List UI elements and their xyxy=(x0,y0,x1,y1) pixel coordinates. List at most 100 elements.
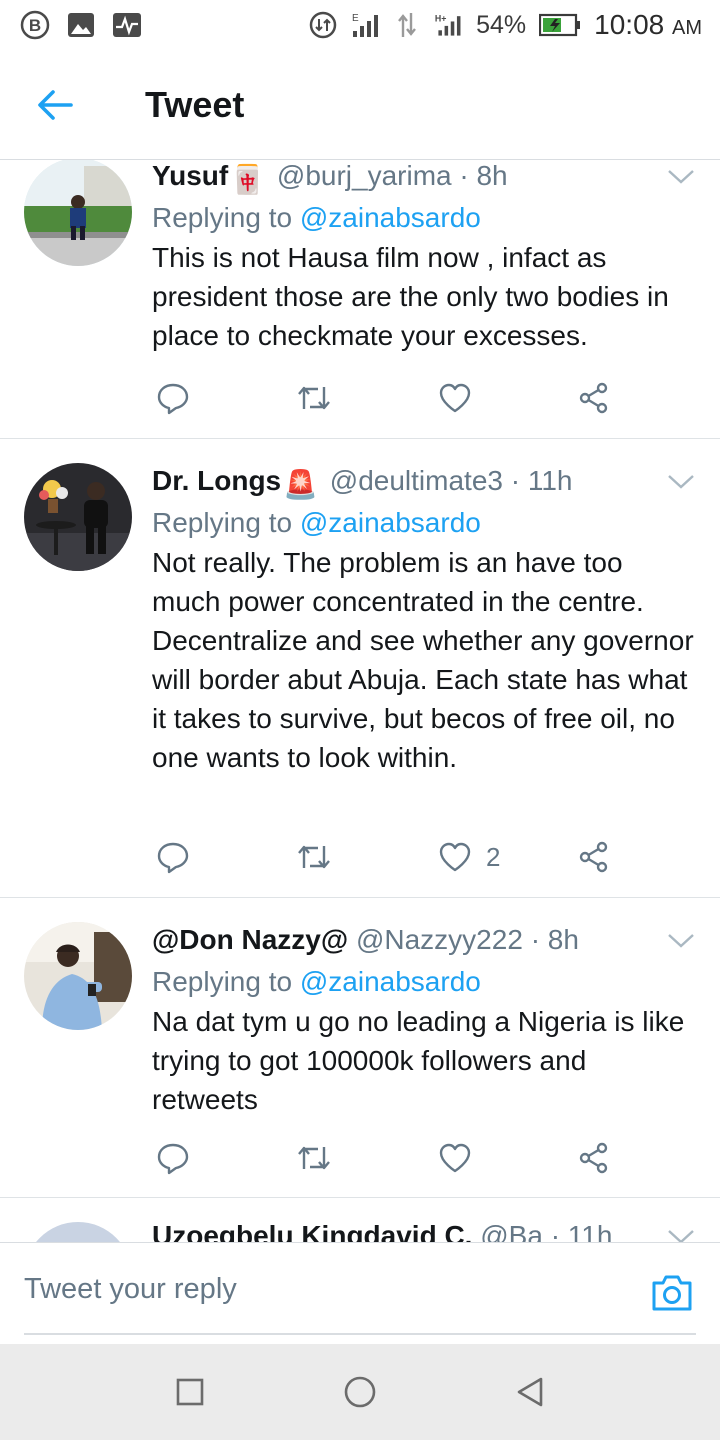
home-circle-icon xyxy=(344,1376,376,1408)
tweet-item[interactable]: Yusuf🀄 @burj_yarima · 8h Replying to @za… xyxy=(0,160,720,439)
battery-percent: 54% xyxy=(476,10,527,39)
author-name[interactable]: Yusuf xyxy=(152,160,228,191)
tweet-item[interactable]: @Don Nazzy@ @Nazzyy222 · 8h Replying to … xyxy=(0,898,720,1198)
battery-icon xyxy=(538,10,582,40)
home-button[interactable] xyxy=(340,1372,380,1412)
app-header: Tweet xyxy=(0,50,720,160)
mention-link[interactable]: @zainabsardo xyxy=(300,202,481,233)
tweet-header: Dr. Longs🚨 @deultimate3 · 11h xyxy=(152,463,696,500)
tweet-header: Uzoegbelu Kingdavid C. @Ba · 11h xyxy=(152,1218,696,1242)
retweet-icon xyxy=(298,1146,330,1170)
share-icon xyxy=(579,841,608,873)
tweet-item[interactable]: Uzoegbelu Kingdavid C. @Ba · 11h xyxy=(0,1198,720,1242)
reply-input[interactable]: Tweet your reply xyxy=(24,1273,237,1306)
like-button[interactable] xyxy=(438,378,486,418)
recents-square-icon xyxy=(176,1378,204,1406)
tweet-actions: 2 xyxy=(152,837,632,877)
like-count: 2 xyxy=(486,841,501,872)
tweet-text: Not really. The problem is an have too m… xyxy=(152,547,694,773)
replying-to: Replying to @zainabsardo xyxy=(152,966,481,997)
svg-text:E: E xyxy=(352,13,359,24)
author-name[interactable]: @Don Nazzy@ xyxy=(152,924,348,955)
reply-composer: Tweet your reply xyxy=(0,1242,720,1344)
tweet-body: Dr. Longs🚨 @deultimate3 · 11h Replying t… xyxy=(152,463,696,777)
tweet-time: · 11h xyxy=(550,1220,613,1242)
share-button[interactable] xyxy=(578,837,610,877)
input-underline xyxy=(24,1333,696,1335)
tweet-actions xyxy=(152,1138,632,1178)
back-arrow-icon xyxy=(38,89,73,120)
svg-text:H+: H+ xyxy=(435,13,447,23)
chevron-down-icon[interactable] xyxy=(666,930,696,950)
share-button[interactable] xyxy=(578,378,610,418)
mention-link[interactable]: @zainabsardo xyxy=(300,966,481,997)
page-title: Tweet xyxy=(145,83,245,125)
author-handle[interactable]: @Nazzyy222 xyxy=(356,924,523,955)
tweet-header: Yusuf🀄 @burj_yarima · 8h xyxy=(152,160,696,195)
system-nav-bar xyxy=(0,1344,720,1440)
chevron-down-icon[interactable] xyxy=(666,166,696,186)
retweet-button[interactable] xyxy=(296,378,332,418)
replying-to: Replying to @zainabsardo xyxy=(152,202,481,233)
retweet-button[interactable] xyxy=(296,1138,332,1178)
svg-text:B: B xyxy=(29,16,41,35)
tweet-text: This is not Hausa film now , infact as p… xyxy=(152,242,669,351)
reply-icon xyxy=(157,383,189,415)
signal-icon-2: H+ xyxy=(434,10,464,40)
reply-icon xyxy=(157,1143,189,1175)
back-button[interactable] xyxy=(0,50,110,160)
author-handle[interactable]: @Ba xyxy=(480,1220,543,1242)
chevron-down-icon[interactable] xyxy=(666,471,696,491)
chevron-down-icon[interactable] xyxy=(666,1226,696,1242)
tweet-time: · 8h xyxy=(530,924,579,955)
tweet-time: · 11h xyxy=(510,465,573,496)
system-back-button[interactable] xyxy=(510,1372,550,1412)
share-icon xyxy=(579,1142,608,1174)
author-name[interactable]: Uzoegbelu Kingdavid C. xyxy=(152,1220,472,1242)
clock: 10:08 AM xyxy=(594,9,702,40)
camera-button[interactable] xyxy=(650,1273,694,1313)
tweet-text: Na dat tym u go no leading a Nigeria is … xyxy=(152,1006,685,1115)
replies-feed[interactable]: Yusuf🀄 @burj_yarima · 8h Replying to @za… xyxy=(0,160,720,1242)
reply-button[interactable] xyxy=(156,1138,190,1178)
b-app-icon: B xyxy=(20,10,50,40)
avatar[interactable] xyxy=(24,463,132,571)
reply-button[interactable] xyxy=(156,378,190,418)
share-icon xyxy=(579,382,608,414)
author-name[interactable]: Dr. Longs xyxy=(152,465,281,496)
data-transfer-icon xyxy=(392,10,422,40)
signal-icon-1: E xyxy=(350,10,380,40)
author-handle[interactable]: @burj_yarima xyxy=(277,160,452,191)
heart-icon xyxy=(439,383,471,413)
camera-icon xyxy=(652,1275,692,1311)
tweet-item[interactable]: Dr. Longs🚨 @deultimate3 · 11h Replying t… xyxy=(0,439,720,898)
status-bar: B E H+ 54% 10:08 AM xyxy=(0,0,720,50)
recents-button[interactable] xyxy=(170,1372,210,1412)
name-emoji: 🚨 xyxy=(283,469,318,500)
avatar[interactable] xyxy=(24,922,132,1030)
tweet-actions xyxy=(152,378,632,418)
data-saver-icon xyxy=(308,10,338,40)
retweet-button[interactable] xyxy=(296,837,332,877)
retweet-icon xyxy=(298,386,330,410)
like-button[interactable]: 2 xyxy=(438,837,500,877)
avatar[interactable] xyxy=(24,160,132,266)
tweet-body: Uzoegbelu Kingdavid C. @Ba · 11h xyxy=(152,1218,696,1242)
name-emoji: 🀄 xyxy=(230,164,266,195)
image-icon xyxy=(66,10,96,40)
tweet-body: @Don Nazzy@ @Nazzyy222 · 8h Replying to … xyxy=(152,922,696,1119)
replying-to: Replying to @zainabsardo xyxy=(152,507,481,538)
like-button[interactable] xyxy=(438,1138,486,1178)
heart-icon xyxy=(439,842,471,872)
tweet-header: @Don Nazzy@ @Nazzyy222 · 8h xyxy=(152,922,696,958)
reply-button[interactable] xyxy=(156,837,190,877)
retweet-icon xyxy=(298,845,330,869)
author-handle[interactable]: @deultimate3 xyxy=(330,465,503,496)
reply-icon xyxy=(157,842,189,874)
mention-link[interactable]: @zainabsardo xyxy=(300,507,481,538)
tweet-body: Yusuf🀄 @burj_yarima · 8h Replying to @za… xyxy=(152,160,696,355)
back-triangle-icon xyxy=(517,1377,543,1407)
avatar[interactable] xyxy=(24,1222,132,1242)
tweet-time: · 8h xyxy=(459,160,508,191)
share-button[interactable] xyxy=(578,1138,610,1178)
